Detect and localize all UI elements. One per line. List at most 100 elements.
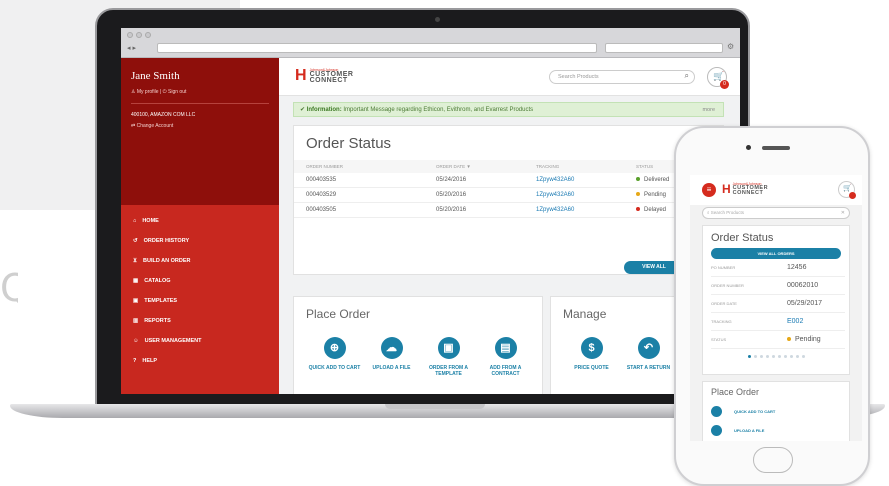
sidebar-item-templates[interactable]: ▣ TEMPLATES [133,291,267,311]
help-icon: ? [133,358,137,364]
action-label: ADD FROM A CONTRACT [489,365,522,377]
place-order-action[interactable]: ▣ ORDER FROM A TEMPLATE [420,337,477,377]
users-icon: ☺ [133,338,139,344]
back-forward-buttons[interactable]: ◂ ▸ [127,44,136,52]
phone-order-status-title: Order Status [711,232,774,244]
phone-place-order-action[interactable]: QUICK ADD TO CART [703,402,849,421]
phone-place-order-actions: QUICK ADD TO CART UPLOAD A FILE [703,402,849,440]
detail-row: PO NUMBER 12456 [711,259,845,277]
place-order-action[interactable]: ☁ UPLOAD A FILE [363,337,420,377]
action-label: START A RETURN [626,365,671,371]
sidebar-item-label: HELP [142,358,158,364]
detail-value: 00062010 [787,282,819,289]
tracking-link[interactable]: 1Zpyw432A60 [536,173,636,187]
detail-label: PO NUMBER [711,265,736,270]
account-name: 400100, AMAZON COM LLC [131,112,196,118]
url-bar[interactable] [157,43,597,53]
sidebar-item-catalog[interactable]: ▦ CATALOG [133,271,267,291]
cart-icon: ⊻ [133,258,138,264]
my-profile-link[interactable]: My profile [137,89,159,95]
carousel-pager[interactable] [703,355,849,358]
detail-row: STATUS Pending [711,331,845,349]
place-order-action[interactable]: ▤ ADD FROM A CONTRACT [477,337,534,377]
table-row[interactable]: 000403529 05/20/2016 1Zpyw432A60 Pending [294,188,723,203]
detail-row: ORDER DATE 05/29/2017 [711,295,845,313]
order-date: 05/24/2016 [436,177,467,183]
sidebar-item-home[interactable]: ⌂ HOME [133,211,267,231]
status-dot [636,177,640,182]
sidebar: Jane Smith ♙ My profile | ⏻ Sign out 400… [121,58,279,394]
background-glyph: Q [0,268,18,308]
phone-camera [746,145,751,150]
status-dot [787,337,791,342]
table-row[interactable]: 000403535 05/24/2016 1Zpyw432A60 Delivered [294,173,723,188]
detail-row: TRACKING E002 [711,313,845,331]
tracking-link[interactable]: 1Zpyw432A60 [536,203,636,217]
phone-cart-button[interactable]: 🛒 [838,181,856,199]
laptop-notch [385,404,485,409]
hamburger-menu-icon[interactable]: ≡ [702,183,716,197]
order-number[interactable]: 000403535 [306,173,436,187]
tracking-link[interactable]: 1Zpyw432A60 [536,188,636,202]
action-label: UPLOAD A FILE [734,428,765,433]
history-icon: ↺ [133,238,138,244]
cart-icon: 🛒 [843,185,852,192]
product-search-input[interactable]: Search Products ⌕ [549,70,695,84]
window-controls[interactable] [127,32,151,38]
phone-order-status-card: Order Status VIEW ALL ORDERS PO NUMBER 12… [702,225,850,375]
detail-label: TRACKING [711,319,732,324]
browser-search[interactable] [605,43,723,53]
detail-value: E002 [787,318,804,325]
phone-place-order-action[interactable]: UPLOAD A FILE [703,421,849,440]
status-dot [636,207,640,212]
place-order-action[interactable]: ⊕ QUICK ADD TO CART [306,337,363,377]
col-tracking[interactable]: TRACKING [536,160,636,173]
detail-label: ORDER NUMBER [711,283,744,288]
view-all-orders-button[interactable]: VIEW ALL ORDERS [711,248,841,259]
sidebar-item-reports[interactable]: ▥ REPORTS [133,311,267,331]
cart-button[interactable]: 🛒 0 [707,67,729,89]
sign-out-link[interactable]: Sign out [168,89,186,95]
order-table-body: 000403535 05/24/2016 1Zpyw432A60 Delivered 0… [294,173,723,218]
info-more-link[interactable]: more [702,106,715,114]
clear-icon[interactable]: ✕ [841,208,845,218]
sidebar-item-help[interactable]: ? HELP [133,351,267,371]
user-name: Jane Smith [131,70,180,82]
cart-count-badge: 0 [720,80,729,89]
home-icon: ⌂ [133,218,137,224]
return-icon: ↶ [637,337,660,359]
divider [131,103,269,104]
manage-action[interactable]: $ PRICE QUOTE [563,337,620,371]
browser-menu-icon[interactable]: ⚙ [727,42,734,51]
phone-screen: ≡ H Johnson&Johnson CUSTOMER CONNECT 🛒 ⌕… [690,175,862,441]
col-order-date[interactable]: ORDER DATE ▼ [436,160,536,173]
sidebar-item-label: BUILD AN ORDER [143,258,191,264]
manage-action[interactable]: ↶ START A RETURN [620,337,677,371]
place-order-card: Place Order ⊕ QUICK ADD TO CART ☁ UPLOAD A … [293,296,543,394]
info-label: Information: [306,107,342,113]
phone-brand-logo[interactable]: H Johnson&Johnson CUSTOMER CONNECT [722,181,768,197]
user-links: ♙ My profile | ⏻ Sign out [131,89,187,95]
sidebar-item-label: REPORTS [144,318,171,324]
info-text: Important Message regarding Ethicon, Evi… [343,107,534,113]
action-label: ORDER FROM A TEMPLATE [429,365,468,377]
detail-row: ORDER NUMBER 00062010 [711,277,845,295]
sidebar-item-label: CATALOG [144,278,171,284]
sidebar-item-order-history[interactable]: ↺ ORDER HISTORY [133,231,267,251]
order-number[interactable]: 000403529 [306,188,436,202]
search-icon[interactable]: ⌕ [685,72,689,80]
order-number[interactable]: 000403505 [306,203,436,217]
col-order-number[interactable]: ORDER NUMBER [306,160,436,173]
sidebar-item-user-management[interactable]: ☺ USER MANAGEMENT [133,331,267,351]
sidebar-item-build-an-order[interactable]: ⊻ BUILD AN ORDER [133,251,267,271]
contract-icon: ▤ [494,337,517,359]
profile-icon: ♙ [131,89,136,95]
table-row[interactable]: 000403505 05/20/2016 1Zpyw432A60 Delayed [294,203,723,218]
brand-logo[interactable]: H Johnson&Johnson CUSTOMER CONNECT [295,68,354,85]
phone-home-button[interactable] [753,447,793,473]
phone-search-input[interactable]: ⌕ Search Products ✕ [702,207,850,219]
logo-mark-icon: H [722,182,731,196]
change-account-link[interactable]: ⇄ Change Account [131,123,269,129]
order-date: 05/20/2016 [436,192,467,198]
action-icon [711,406,722,417]
